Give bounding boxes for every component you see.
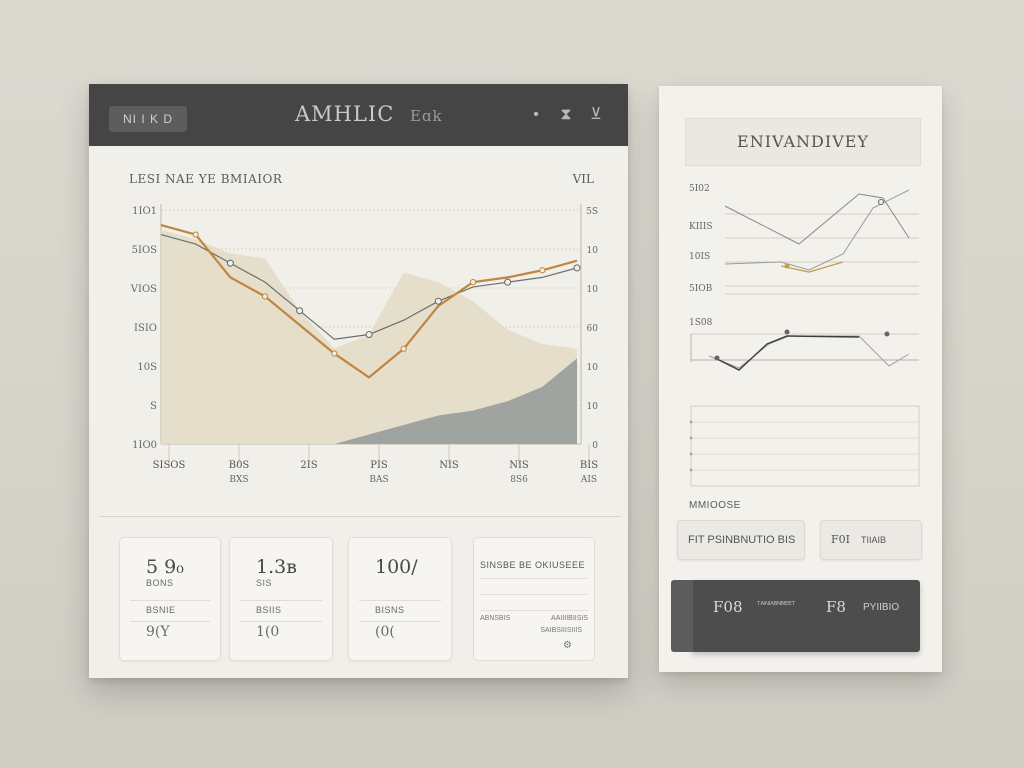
stat-card-3[interactable]: 100/ BISNS (0( [348,537,452,661]
x-tick-label: NIS [509,460,529,471]
stat-label: BSNIE [146,605,176,615]
summary-card[interactable]: SINSBE BE OKIUSEEE ABNSBIS AAIIIIBIISIS … [473,537,595,661]
card-divider [240,621,322,622]
x-tick-label: NIS [439,460,459,471]
y-tick-label: ISIO [134,323,157,334]
card-divider [359,600,441,601]
side-section-label: MMIOOSE [689,500,741,511]
settings-icon[interactable]: ⚙ [563,640,572,651]
side-axis-label: 10IS [689,252,711,262]
side-action-button[interactable]: FIT PSINBNUTIO BIS [677,520,805,560]
side-point [878,199,884,205]
data-point [469,279,477,286]
side-secondary-label-a: F0I [831,533,850,546]
data-point [504,278,512,286]
side-axis-label: 1S08 [689,318,713,328]
y-tick-label: VIOS [130,284,157,295]
y-tick-label: 1IO1 [132,206,157,217]
side-empty-grid [690,405,920,487]
data-point [261,293,269,300]
stat-value: 100/ [375,556,418,578]
y-tick-label-right: 0 [592,441,598,451]
card-divider [359,621,441,622]
stat-footer: 9(Y [146,624,170,640]
banner-cap [671,580,693,652]
summary-row-line [480,594,588,595]
side-tick-dot [689,436,693,440]
summary-text: AAIIIIBIISIS [551,615,588,622]
data-point [192,231,199,238]
y-tick-label-right: 10 [587,363,599,373]
y-tick-label-right: 60 [587,324,599,334]
summary-text: ABNSBIS [480,615,511,622]
side-point [784,329,790,335]
y-tick-label-right: 10 [587,402,599,412]
y-tick-label-right: 5S [586,207,598,217]
side-line-accent [780,261,844,273]
summary-text: SAIBSIIISIIIS [540,627,582,634]
data-point [400,345,407,352]
side-tick-dot [689,468,693,472]
data-point [365,331,373,339]
stat-value: 5 9₀ [146,556,184,578]
data-point [434,297,442,305]
x-tick-sublabel: BAS [369,475,388,485]
y-tick-label: 1IO0 [132,440,157,451]
banner-value-a: F08 [713,598,743,616]
side-line [708,335,910,369]
stat-card-2[interactable]: 1.3ʙ SIS BSIIS 1(0 [229,537,333,661]
summary-title: SINSBE BE OKIUSEEE [480,560,586,570]
stat-card-1[interactable]: 5 9₀ BONS BSNIE 9(Y [119,537,221,661]
side-dark-banner[interactable]: F08 ᵀᴬᴵᴺᴵᴬᴮᴺᴮᴵᴱᴱᵀ F8 PYIIBIO [671,580,920,652]
x-tick-sublabel: 8S6 [510,475,528,485]
stat-label: BSIIS [256,605,282,615]
data-point [226,259,234,267]
card-divider [240,600,322,601]
stat-label: BISNS [375,605,405,615]
data-point [573,264,581,272]
y-tick-label: 10S [137,362,157,373]
side-panel: ENIVANDIVEY 5I02 KIIIS 10IS 5IOB 1S08 MM… [659,86,942,672]
side-tick-dot [689,420,693,424]
y-tick-label: 5IOS [132,245,158,256]
x-tick-sublabel: AIS [580,475,597,485]
card-divider [130,600,210,601]
x-tick-label: PIS [370,460,388,471]
side-axis-label: 5I02 [689,184,710,194]
x-tick-label: SISOS [153,460,186,471]
section-divider [99,516,621,517]
summary-row-line [480,578,588,579]
stat-footer: 1(0 [256,624,280,640]
y-tick-label-right: 10 [587,285,599,295]
data-point [539,267,546,274]
y-tick-label-right: 10 [587,246,599,256]
x-tick-label: BIS [580,460,598,471]
stat-footer: (0( [375,624,395,640]
stat-subtitle: SIS [256,578,273,588]
y-tick-label: S [150,401,157,412]
side-secondary-label-b: TIIAIB [861,535,887,545]
dashboard-panel: NI I K D AMHLIC Eɑk • ⧗ ⊻ LESI NAE YE BM… [89,84,628,678]
side-axis-label: 5IOB [689,284,713,294]
side-point [784,263,790,269]
side-axis-label: KIIIS [689,222,713,232]
x-tick-label: 2IS [300,460,317,471]
stat-value: 1.3ʙ [256,556,297,578]
side-secondary-button[interactable]: F0I TIIAIB [820,520,922,560]
x-tick-label: B0S [229,460,250,471]
banner-caption: ᵀᴬᴵᴺᴵᴬᴮᴺᴮᴵᴱᴱᵀ [757,600,796,609]
data-point [331,350,338,357]
banner-value-b: F8 [826,598,846,616]
side-tick-dot [689,452,693,456]
side-point [884,331,890,337]
banner-label: PYIIBIO [863,602,900,613]
stat-subtitle: BONS [146,578,174,588]
card-divider [130,621,210,622]
x-tick-sublabel: BXS [229,475,248,485]
data-point [296,307,304,315]
side-point [714,355,720,361]
side-line-dark [714,335,860,371]
summary-row-line [480,610,588,611]
